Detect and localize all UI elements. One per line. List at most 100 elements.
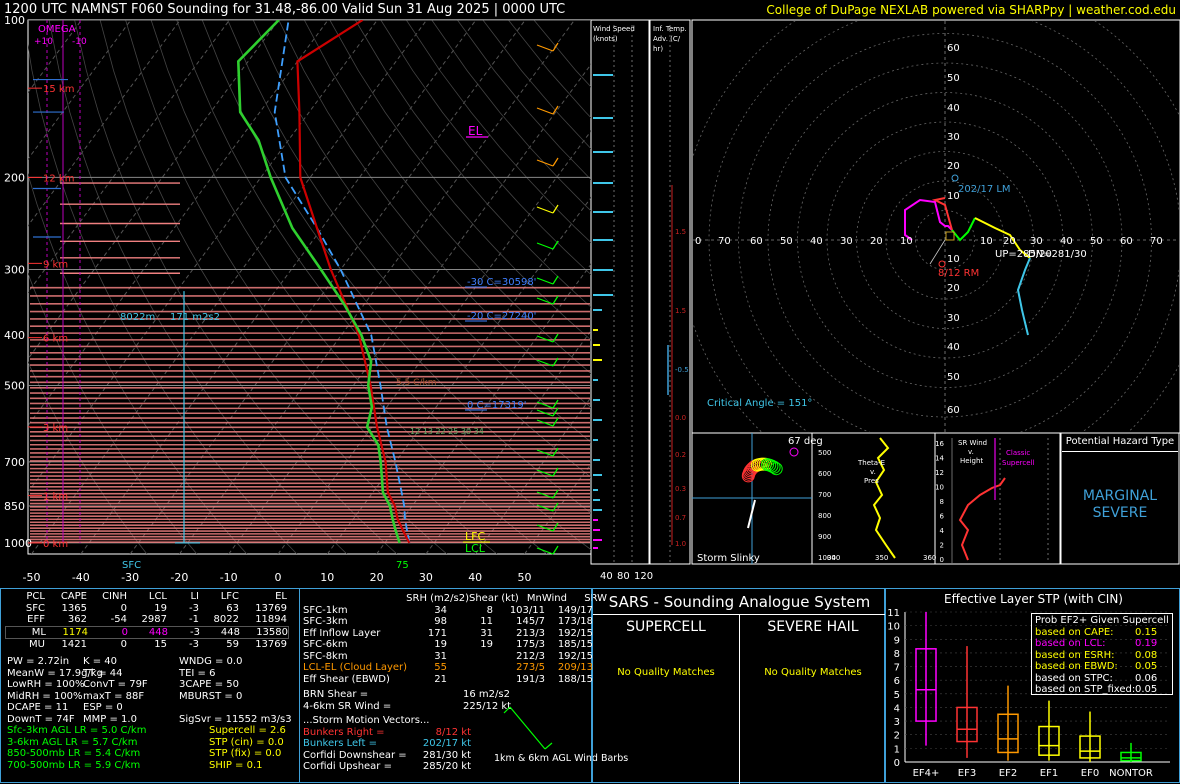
hodo-x-label: 30 bbox=[840, 236, 853, 247]
windspeed-tick: 40 bbox=[600, 571, 613, 582]
srwind-tick: 14 bbox=[935, 455, 944, 463]
pressure-tick: 200 bbox=[4, 171, 25, 184]
pressure-tick: 300 bbox=[4, 263, 25, 276]
windspeed-tick: 80 bbox=[617, 571, 630, 582]
srwind-tick: 4 bbox=[940, 527, 945, 535]
hodo-x-label: 70 bbox=[1150, 236, 1163, 247]
hazard-value-line1: MARGINAL bbox=[1062, 488, 1178, 504]
temp-tick: -40 bbox=[72, 571, 90, 584]
srwind-tick: 12 bbox=[935, 469, 944, 477]
srwind-frame bbox=[935, 433, 1060, 564]
inftemp-tick: 1.0 bbox=[675, 540, 686, 548]
inftemp-title3: hr) bbox=[653, 45, 663, 53]
hazard-value-line2: SEVERE bbox=[1062, 505, 1178, 521]
srwind-tick: 2 bbox=[940, 542, 944, 550]
isotherm-height-label: -20 C=27240' bbox=[467, 311, 536, 322]
sars-vdivider bbox=[739, 614, 740, 784]
inftemp-title2: Adv. (C/ bbox=[653, 35, 681, 43]
hodo-x-label: 10 bbox=[980, 236, 993, 247]
hodo-x-label: 50 bbox=[1090, 236, 1103, 247]
hodo-ring-label: 20 bbox=[947, 161, 960, 172]
hazard-title: Potential Hazard Type bbox=[1062, 436, 1178, 447]
hodo-x-label: 20 bbox=[870, 236, 883, 247]
hodo-ring-label: 50 bbox=[947, 372, 960, 383]
hodo-ring-label: 50 bbox=[947, 73, 960, 84]
srwind-tick: 6 bbox=[940, 513, 945, 521]
windspeed-title2: (knots) bbox=[593, 35, 618, 43]
sars-hail-label: SEVERE HAIL bbox=[740, 619, 886, 635]
inftemp-tick: 1.5 bbox=[675, 307, 686, 315]
hodo-x-label: 40 bbox=[1060, 236, 1073, 247]
lcl-label: LCL bbox=[465, 542, 486, 555]
thetae-xtick: 350 bbox=[875, 554, 888, 562]
lm-label: 202/17 LM bbox=[958, 184, 1011, 195]
pressure-tick: 500 bbox=[4, 380, 25, 393]
sfc-label: SFC bbox=[122, 560, 141, 571]
pressure-tick: 400 bbox=[4, 329, 25, 342]
inftemp-tick: 0.0 bbox=[675, 414, 686, 422]
thetae-tick: 900 bbox=[818, 533, 831, 541]
thetae-tick: 600 bbox=[818, 470, 831, 478]
isotherm-height-label: -30 C=30598' bbox=[467, 277, 536, 288]
thetae-tick: 500 bbox=[818, 449, 831, 457]
lapse-rate-table: Sfc-3km AGL LR = 5.0 C/km3-6km AGL LR = … bbox=[7, 725, 146, 771]
pressure-tick: 850 bbox=[4, 500, 25, 513]
srwind-title2: v. bbox=[968, 448, 974, 456]
composite-table: Supercell = 2.6STP (cin) = 0.0STP (fix) … bbox=[209, 725, 286, 771]
height-label: 9 km bbox=[43, 259, 68, 270]
eff-layer-srh: 171 m2s2 bbox=[170, 312, 220, 323]
hodo-ring-label: 60 bbox=[947, 43, 960, 54]
hodo-ring-label: 30 bbox=[947, 132, 960, 143]
thetae-title2: v. bbox=[870, 468, 876, 476]
corfidi-down-label: DN=281/30 bbox=[1028, 249, 1087, 260]
temp-tick: 10 bbox=[320, 571, 334, 584]
omega-tick: +10 bbox=[34, 37, 53, 47]
srwind-classic2: Supercell bbox=[1002, 459, 1034, 467]
sars-supercell-label: SUPERCELL bbox=[593, 619, 739, 635]
temp-tick: -20 bbox=[170, 571, 188, 584]
credit-text: College of DuPage NEXLAB powered via SHA… bbox=[766, 3, 1176, 17]
temp-tick: -50 bbox=[23, 571, 41, 584]
hodo-x-label: 70 bbox=[718, 236, 731, 247]
hodo-ring-label: 30 bbox=[947, 313, 960, 324]
temp-tick: 30 bbox=[419, 571, 433, 584]
hodo-ring-label: 60 bbox=[947, 405, 960, 416]
pressure-tick: 700 bbox=[4, 456, 25, 469]
sars-supercell-match: No Quality Matches bbox=[593, 667, 739, 678]
temp-tick: -10 bbox=[220, 571, 238, 584]
wind-barb-inset bbox=[490, 699, 580, 759]
windspeed-tick: 120 bbox=[634, 571, 653, 582]
sars-title: SARS - Sounding Analogue System bbox=[593, 593, 886, 611]
temp-tick: -30 bbox=[121, 571, 139, 584]
height-label: 6 km bbox=[43, 334, 68, 345]
hodo-ring-label: 10 bbox=[947, 254, 960, 265]
slinky-title: Storm Slinky bbox=[697, 553, 760, 564]
temp-tick: 20 bbox=[370, 571, 384, 584]
srwind-tick: 10 bbox=[935, 484, 944, 492]
temp-tick: 0 bbox=[275, 571, 282, 584]
parcel-table: PCLCAPECINHLCLLILFCELSFC1365019-36313769… bbox=[5, 591, 289, 651]
pressure-tick: 1000 bbox=[4, 537, 32, 550]
srwind-tick: 8 bbox=[940, 498, 944, 506]
inftemp-tick: 0.2 bbox=[675, 451, 686, 459]
inftemp-tick: 0.3 bbox=[675, 485, 686, 493]
height-label: 15 km bbox=[43, 84, 74, 95]
thetae-xtick: 340 bbox=[827, 554, 840, 562]
el-label: EL bbox=[468, 124, 483, 138]
hodo-x-label: 60 bbox=[1120, 236, 1133, 247]
hodo-x-label: 60 bbox=[750, 236, 763, 247]
inftemp-tick: 1.5 bbox=[675, 228, 686, 236]
eff-layer-top: 8022m bbox=[120, 312, 155, 323]
srwind-title3: Height bbox=[960, 457, 983, 465]
temp-tick: 40 bbox=[468, 571, 482, 584]
rm-label: 8/12 RM bbox=[938, 268, 979, 279]
windspeed-title: Wind Speed bbox=[593, 25, 635, 33]
hodo-ring-label: 40 bbox=[947, 342, 960, 353]
parcel-panel: PCLCAPECINHLCLLILFCELSFC1365019-36313769… bbox=[0, 588, 300, 783]
hodo-x-label: 30 bbox=[1030, 236, 1043, 247]
temp-tick: 50 bbox=[518, 571, 532, 584]
hodo-ring-label: 20 bbox=[947, 283, 960, 294]
sfc-temp: 75 bbox=[396, 560, 409, 571]
srwind-classic: Classic bbox=[1006, 449, 1030, 457]
hodo-x-label: 40 bbox=[810, 236, 823, 247]
